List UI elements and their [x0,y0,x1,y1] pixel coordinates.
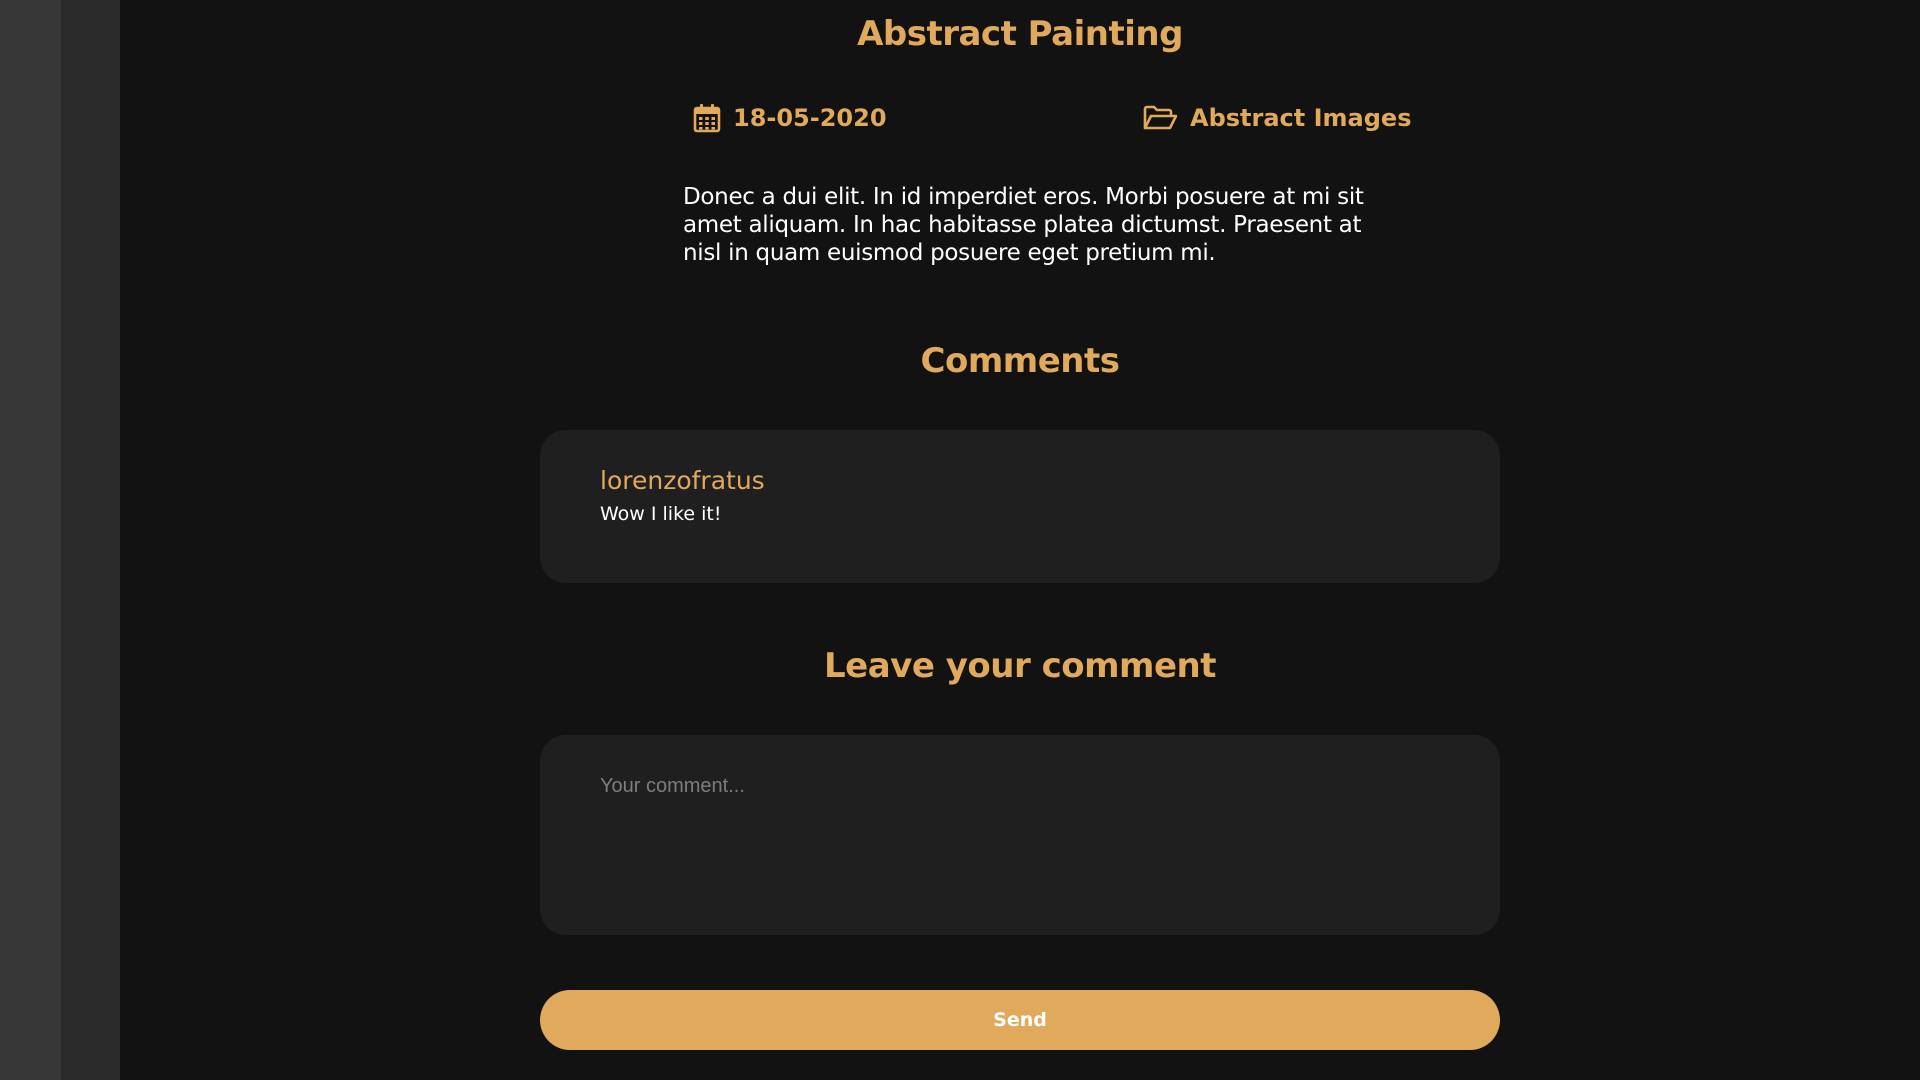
post-body: Donec a dui elit. In id imperdiet eros. … [683,184,1364,266]
post-date: 18-05-2020 [693,100,887,136]
post-category-text[interactable]: Abstract Images [1190,104,1411,132]
post-title: Abstract Painting [857,14,1183,54]
sidebar-inner-rail [61,0,120,1080]
folder-open-icon [1143,105,1178,130]
leave-comment-heading: Leave your comment [824,646,1216,686]
post-content: Abstract Painting 18-05-2020 Abstract Im… [120,0,1920,1080]
calendar-icon [693,104,721,133]
post-date-text: 18-05-2020 [733,104,887,132]
comment-text: Wow I like it! [600,503,722,525]
post-category[interactable]: Abstract Images [1142,100,1411,136]
sidebar-outer-rail [0,0,61,1080]
comment-input[interactable] [540,735,1500,935]
send-button[interactable]: Send [540,990,1500,1050]
comment-author: lorenzofratus [600,466,765,495]
comments-heading: Comments [920,341,1120,381]
comment-card: lorenzofratus Wow I like it! [540,430,1500,583]
